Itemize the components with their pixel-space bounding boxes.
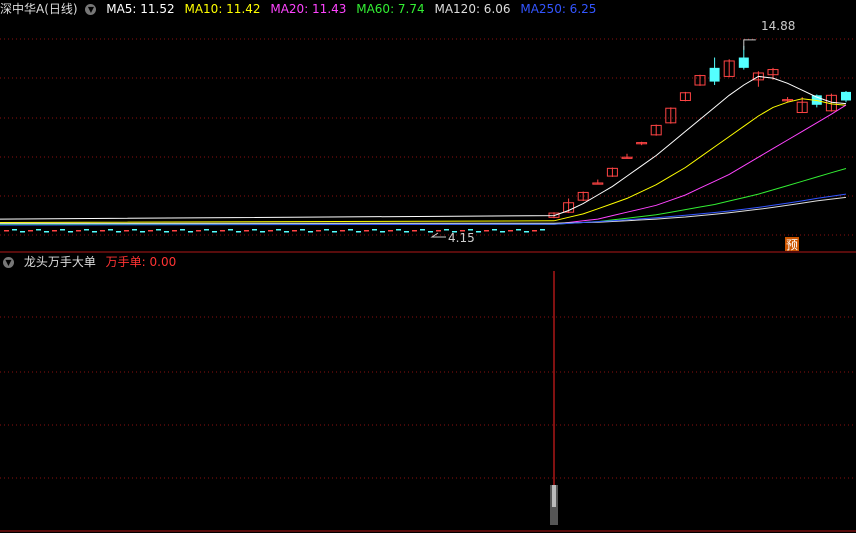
flat-candle bbox=[180, 229, 185, 231]
high-marker bbox=[743, 39, 756, 50]
flat-candle bbox=[44, 231, 49, 233]
volume-bars bbox=[550, 271, 558, 525]
flat-candle bbox=[108, 229, 113, 231]
flat-candle bbox=[300, 229, 305, 231]
flat-candle bbox=[492, 229, 497, 231]
flat-candle bbox=[316, 230, 321, 232]
flat-candle bbox=[484, 230, 489, 232]
flat-candle bbox=[428, 231, 433, 233]
flat-candle bbox=[364, 230, 369, 232]
flat-candle bbox=[132, 229, 137, 231]
flat-candle bbox=[116, 231, 121, 233]
flat-candle bbox=[324, 229, 329, 231]
flat-candle bbox=[268, 230, 273, 232]
high-price-label: 14.88 bbox=[761, 19, 795, 33]
flat-candle bbox=[220, 230, 225, 232]
candle-body bbox=[709, 67, 720, 82]
flat-candle bbox=[124, 230, 129, 232]
flat-candle bbox=[396, 229, 401, 231]
ma-line-ma5 bbox=[0, 75, 847, 220]
flat-candle bbox=[100, 230, 105, 232]
flat-candle bbox=[236, 231, 241, 233]
flat-candle bbox=[84, 229, 89, 231]
candles bbox=[548, 45, 851, 219]
flat-candle bbox=[532, 230, 537, 232]
flat-candle bbox=[332, 231, 337, 233]
flat-candle bbox=[196, 230, 201, 232]
forecast-badge[interactable]: 预 bbox=[786, 238, 798, 252]
flat-candle bbox=[12, 229, 17, 231]
candlestick-chart[interactable]: 14.88 4.15 预 bbox=[0, 0, 856, 533]
flat-candle bbox=[252, 229, 257, 231]
flat-candle bbox=[524, 231, 529, 233]
flat-candle bbox=[68, 231, 73, 233]
flat-candle bbox=[92, 231, 97, 233]
flat-candle bbox=[388, 230, 393, 232]
flat-candle bbox=[284, 231, 289, 233]
flat-candle bbox=[212, 231, 217, 233]
flat-candle bbox=[188, 231, 193, 233]
flat-candle bbox=[204, 229, 209, 231]
candle-body bbox=[841, 91, 851, 101]
flat-candle bbox=[308, 231, 313, 233]
flat-candle bbox=[540, 229, 545, 231]
low-price-label: 4.15 bbox=[448, 231, 475, 245]
flat-candle bbox=[276, 229, 281, 231]
flat-candle bbox=[412, 230, 417, 232]
flat-candle bbox=[156, 229, 161, 231]
volume-bar-highlight bbox=[552, 485, 556, 507]
flat-candle bbox=[36, 229, 41, 231]
ma-line-ma20 bbox=[0, 104, 847, 225]
grid-lines bbox=[0, 38, 856, 532]
flat-candle bbox=[172, 230, 177, 232]
flat-candle bbox=[28, 230, 33, 232]
flat-candle bbox=[500, 231, 505, 233]
flat-candle bbox=[140, 231, 145, 233]
flat-candle bbox=[148, 230, 153, 232]
flat-candle bbox=[356, 231, 361, 233]
flat-candle bbox=[244, 230, 249, 232]
flat-candle bbox=[20, 231, 25, 233]
ma-line-ma10 bbox=[0, 98, 847, 223]
flat-candle bbox=[76, 230, 81, 232]
flat-candle bbox=[476, 231, 481, 233]
low-marker bbox=[430, 232, 446, 238]
flat-candle bbox=[508, 230, 513, 232]
flat-candle bbox=[60, 229, 65, 231]
flat-candle bbox=[164, 231, 169, 233]
flat-candle bbox=[228, 229, 233, 231]
flat-candle bbox=[260, 231, 265, 233]
flat-candle bbox=[4, 230, 9, 232]
ma-line-ma60 bbox=[0, 168, 847, 225]
flat-candle bbox=[292, 230, 297, 232]
flat-candle bbox=[52, 230, 57, 232]
candle-body bbox=[738, 57, 749, 68]
flat-candle bbox=[404, 231, 409, 233]
ma-line-ma120 bbox=[0, 196, 847, 224]
flat-candle bbox=[372, 229, 377, 231]
flat-candle bbox=[516, 229, 521, 231]
flat-candle bbox=[348, 229, 353, 231]
ma-line-ma250 bbox=[0, 193, 847, 226]
flat-candle bbox=[340, 230, 345, 232]
flat-candle bbox=[420, 229, 425, 231]
flat-candle bbox=[380, 231, 385, 233]
flat-candle bbox=[436, 230, 441, 232]
